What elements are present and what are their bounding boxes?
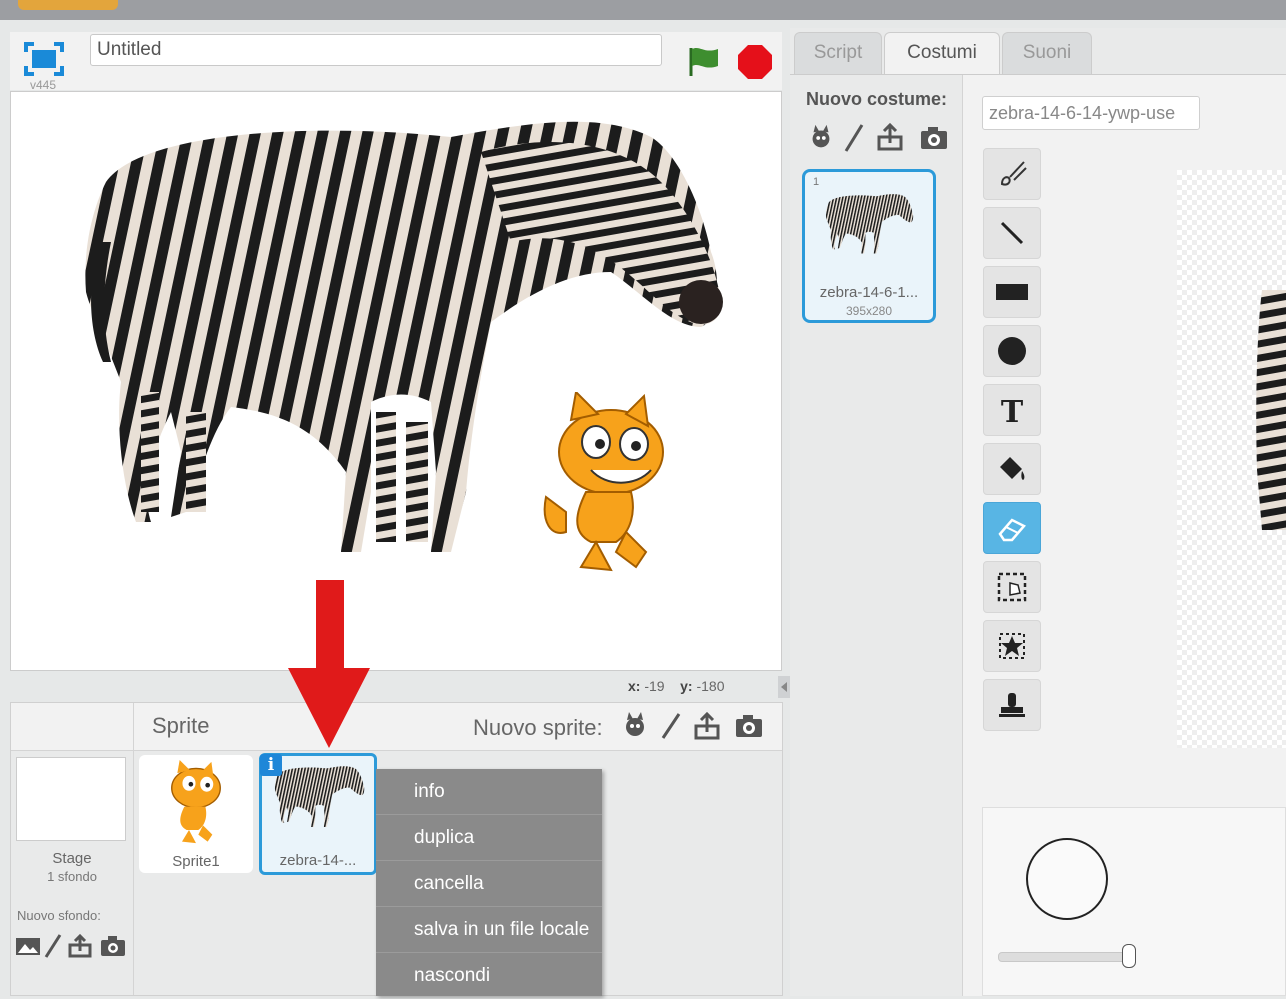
- sprite-context-menu: info duplica cancella salva in un file l…: [376, 769, 602, 996]
- right-panel: Script Costumi Suoni Nuovo costume: 1 ze…: [790, 28, 1286, 996]
- text-icon[interactable]: T: [983, 384, 1041, 436]
- brush-icon[interactable]: [983, 148, 1041, 200]
- paint-new-costume-icon[interactable]: [842, 121, 866, 153]
- new-backdrop-label: Nuovo sfondo:: [17, 908, 101, 923]
- sprite-name: Sprite1: [172, 853, 220, 870]
- new-sprite-label: Nuovo sprite:: [473, 715, 603, 740]
- zebra-costume-thumbnail: [826, 194, 914, 254]
- svg-text:T: T: [1001, 395, 1024, 426]
- costume-library-icon[interactable]: [806, 121, 836, 153]
- y-value: -180: [696, 678, 725, 694]
- backdrop-library-icon[interactable]: [15, 933, 41, 959]
- cat-sprite-image[interactable]: [536, 392, 686, 572]
- menu-item-save-local[interactable]: salva in un file locale: [376, 907, 602, 953]
- scratch-logo[interactable]: [18, 0, 118, 10]
- rectangle-icon[interactable]: [983, 266, 1041, 318]
- paint-new-sprite-icon[interactable]: [655, 710, 687, 742]
- brush-size-slider[interactable]: [998, 952, 1130, 962]
- stage-thumbnail[interactable]: [16, 757, 126, 841]
- costume-number: 1: [813, 176, 820, 188]
- line-icon[interactable]: [983, 207, 1041, 259]
- brush-size-preview: [1026, 838, 1108, 920]
- camera-costume-icon[interactable]: [918, 123, 950, 153]
- upload-sprite-icon[interactable]: [691, 710, 723, 742]
- stop-icon[interactable]: [737, 44, 773, 80]
- costume-tile[interactable]: 1 zebra-14-6-1... 395x280: [802, 169, 936, 323]
- brush-size-panel: [982, 807, 1286, 996]
- pane-splitter[interactable]: [778, 676, 790, 698]
- sprite-name: zebra-14-...: [279, 852, 357, 869]
- red-arrow-annotation: [288, 580, 370, 748]
- camera-backdrop-icon[interactable]: [99, 933, 127, 959]
- costume-size: 395x280: [845, 304, 893, 318]
- sprite-tile-sprite1[interactable]: Sprite1: [139, 755, 253, 873]
- stage-canvas[interactable]: [10, 91, 782, 671]
- sprite-pane-title: Sprite: [152, 713, 210, 738]
- tab-costumes[interactable]: Costumi: [884, 32, 1000, 76]
- paint-new-backdrop-icon[interactable]: [43, 933, 63, 959]
- costume-list-column: Nuovo costume: 1 zebra-14-6-1... 395x280: [790, 75, 963, 996]
- fill-icon[interactable]: [983, 443, 1041, 495]
- tab-script[interactable]: Script: [794, 32, 882, 74]
- x-label: x:: [628, 678, 641, 694]
- paint-editor: T: [963, 75, 1286, 996]
- sprite-pane-header: Sprite Nuovo sprite:: [11, 703, 782, 751]
- y-label: y:: [680, 678, 693, 694]
- paint-canvas[interactable]: [1177, 170, 1286, 748]
- mouse-coordinates: x: -19 y: -180: [628, 678, 725, 694]
- stamp-icon[interactable]: [983, 679, 1041, 731]
- brush-size-slider-thumb[interactable]: [1122, 944, 1136, 968]
- new-costume-label: Nuovo costume:: [806, 89, 948, 109]
- stage-header: v445: [10, 32, 782, 92]
- select-icon[interactable]: [983, 561, 1041, 613]
- stage-backdrop-count: 1 sfondo: [47, 869, 97, 884]
- costume-name-input[interactable]: [982, 96, 1200, 130]
- version-label: v445: [30, 78, 57, 92]
- menu-item-info[interactable]: info: [376, 769, 602, 815]
- menu-item-duplicate[interactable]: duplica: [376, 815, 602, 861]
- header-divider: [133, 703, 134, 750]
- tab-sounds[interactable]: Suoni: [1002, 32, 1092, 74]
- menu-item-hide[interactable]: nascondi: [376, 953, 602, 999]
- upload-costume-icon[interactable]: [874, 121, 906, 153]
- project-title-input[interactable]: [90, 34, 662, 66]
- eraser-icon[interactable]: [983, 502, 1041, 554]
- stage-column: Stage 1 sfondo Nuovo sfondo:: [11, 751, 134, 995]
- x-value: -19: [644, 678, 665, 694]
- camera-sprite-icon[interactable]: [733, 710, 765, 742]
- ellipse-icon[interactable]: [983, 325, 1041, 377]
- cat-thumbnail: [171, 760, 221, 844]
- sprite-library-icon[interactable]: [619, 710, 651, 742]
- costume-name: zebra-14-6-1...: [819, 284, 919, 301]
- fullscreen-icon[interactable]: [24, 42, 64, 76]
- green-flag-icon[interactable]: [686, 44, 722, 78]
- remove-background-icon[interactable]: [983, 620, 1041, 672]
- stage-label: Stage: [52, 850, 92, 867]
- info-icon[interactable]: i: [260, 754, 282, 776]
- menu-item-delete[interactable]: cancella: [376, 861, 602, 907]
- sprite-tile-zebra[interactable]: i zebra-14-...: [259, 753, 377, 875]
- zebra-sprite-image[interactable]: [11, 92, 782, 671]
- menubar: [0, 0, 1286, 20]
- upload-backdrop-icon[interactable]: [67, 933, 93, 959]
- zebra-costume-on-canvas: [1256, 290, 1286, 530]
